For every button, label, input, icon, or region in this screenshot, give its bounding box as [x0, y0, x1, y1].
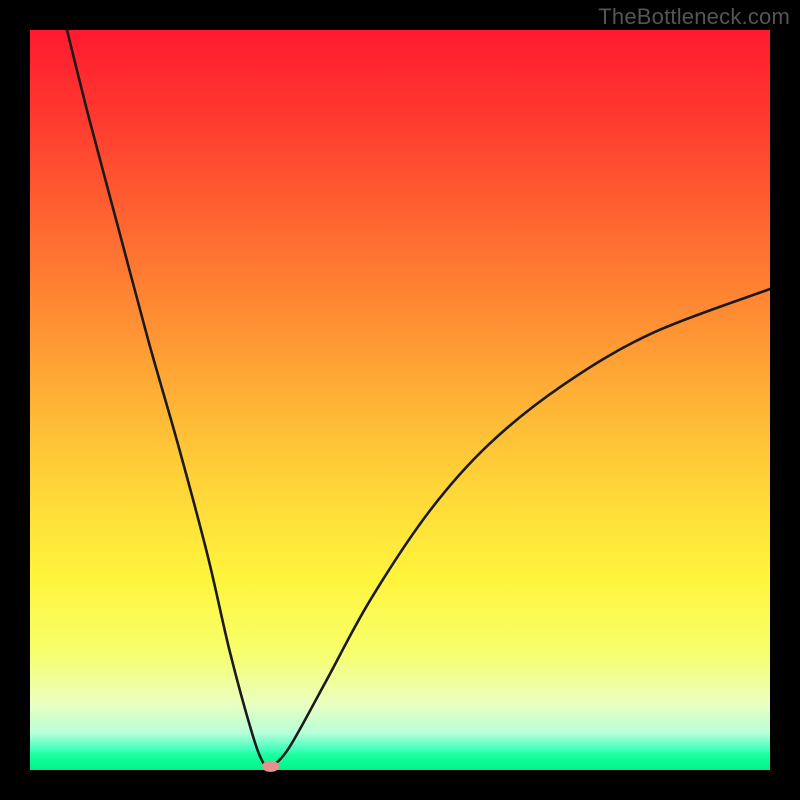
- optimal-point-marker: [262, 761, 280, 771]
- watermark-text: TheBottleneck.com: [598, 4, 790, 30]
- bottleneck-curve: [30, 30, 770, 770]
- chart-stage: TheBottleneck.com: [0, 0, 800, 800]
- plot-area: [30, 30, 770, 770]
